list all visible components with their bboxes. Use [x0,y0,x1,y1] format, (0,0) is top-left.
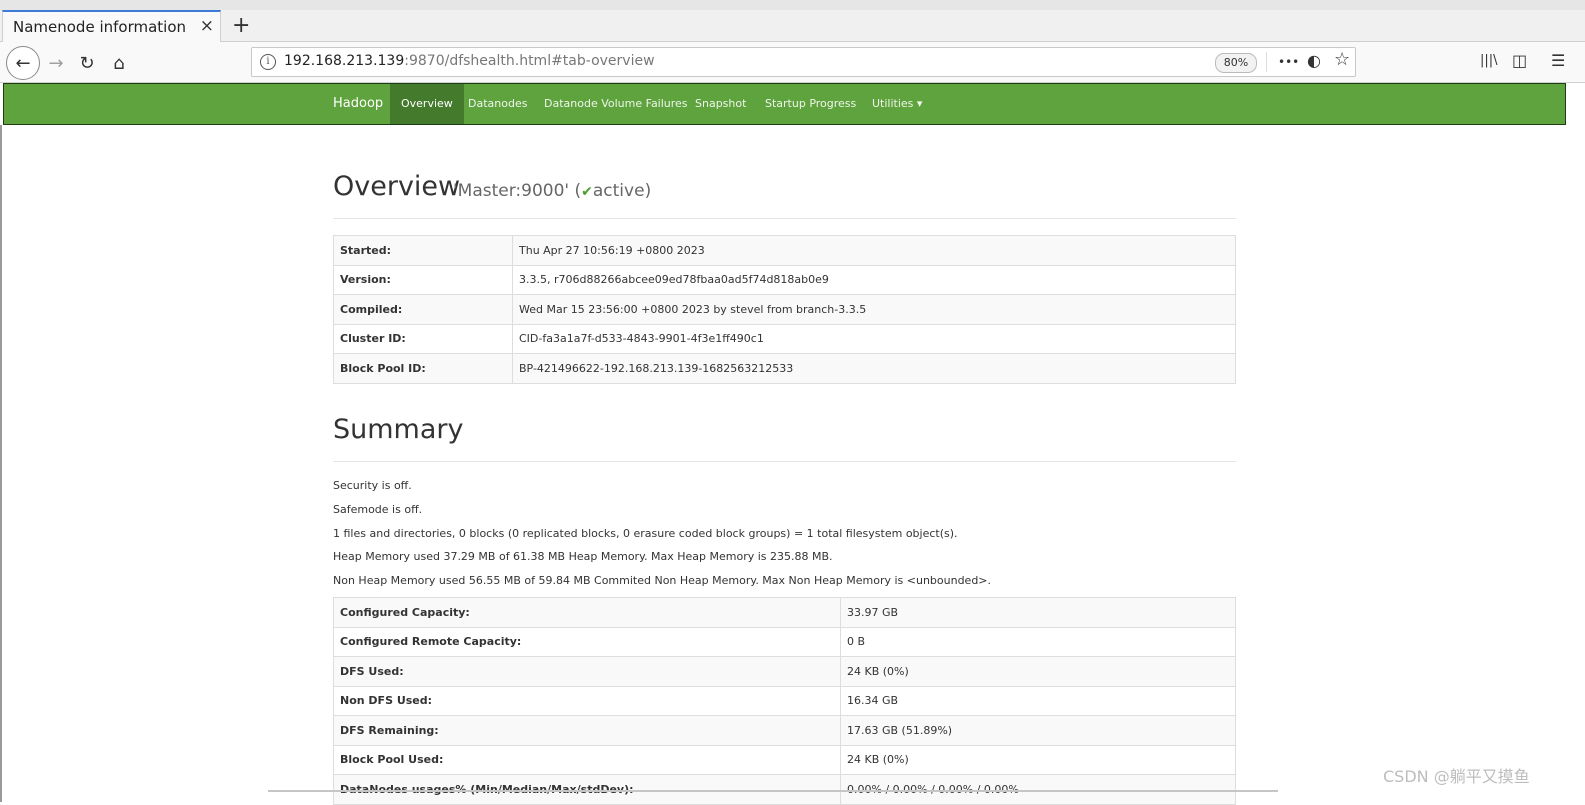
row-value: 33.97 GB [840,597,1236,628]
divider [333,461,1236,462]
files-summary: 1 files and directories, 0 blocks (0 rep… [333,527,958,540]
table-row: Compiled: Wed Mar 15 23:56:00 +0800 2023… [333,294,1236,325]
non-heap-memory: Non Heap Memory used 56.55 MB of 59.84 M… [333,574,992,587]
library-icon[interactable]: |||\ [1480,53,1498,68]
row-key: Started: [333,235,513,266]
table-row: Version: 3.3.5, r706d88266abcee09ed78fba… [333,264,1236,295]
row-value: 17.63 GB (51.89%) [840,715,1236,746]
browser-tab[interactable]: Namenode information × [2,10,221,42]
table-row: Cluster ID: CID-fa3a1a7f-d533-4843-9901-… [333,323,1236,354]
row-key: Configured Remote Capacity: [333,626,841,657]
subtitle-close-paren: ) [644,181,652,201]
row-value: 3.3.5, r706d88266abcee09ed78fbaa0ad5f74d… [512,264,1236,295]
row-key: DFS Used: [333,656,841,687]
row-key: Compiled: [333,294,513,325]
table-row: Block Pool Used: 24 KB (0%) [333,744,1236,775]
overview-subtitle: 'Master:9000' (✔active) [453,181,651,201]
url-divider [1266,52,1267,72]
check-icon: ✔ [581,184,593,200]
nav-tab-overview[interactable]: Overview [390,84,464,124]
row-value: 24 KB (0%) [840,744,1236,775]
safemode-status: Safemode is off. [333,503,423,516]
nav-tab-datanodes[interactable]: Datanodes [457,84,538,124]
url-text[interactable]: 192.168.213.139:9870/dfshealth.html#tab-… [284,53,655,69]
back-arrow-icon[interactable]: ← [6,46,40,80]
watermark: CSDN @躺平又摸鱼 [1383,767,1530,786]
namenode-address: 'Master:9000' ( [453,181,582,201]
row-value: Thu Apr 27 10:56:19 +0800 2023 [512,235,1236,266]
row-key: Block Pool ID: [333,353,513,384]
row-value: BP-421496622-192.168.213.139-16825632125… [512,353,1236,384]
hadoop-brand[interactable]: Hadoop [333,96,383,111]
pocket-icon[interactable]: ◐ [1307,51,1321,70]
table-row: Non DFS Used: 16.34 GB [333,685,1236,716]
security-status: Security is off. [333,479,412,492]
home-icon[interactable]: ⌂ [104,48,134,78]
sidebar-icon[interactable]: ◫ [1512,51,1527,70]
tab-title: Namenode information [13,18,187,36]
hamburger-menu-icon[interactable]: ☰ [1551,51,1565,70]
overview-table: Started: Thu Apr 27 10:56:19 +0800 2023 … [333,235,1236,384]
row-key: Version: [333,264,513,295]
new-tab-icon[interactable]: + [232,13,250,38]
overview-heading: Overview [333,171,461,202]
zoom-level-badge[interactable]: 80% [1215,53,1257,73]
close-tab-icon[interactable]: × [200,16,214,36]
nav-tab-snapshot[interactable]: Snapshot [684,84,757,124]
summary-table: Configured Capacity: 33.97 GB Configured… [333,597,1236,805]
window-edge [0,125,2,802]
url-host: 192.168.213.139 [284,53,405,69]
row-key: Cluster ID: [333,323,513,354]
row-value: 24 KB (0%) [840,656,1236,687]
table-row: Configured Remote Capacity: 0 B [333,626,1236,657]
row-value: 0 B [840,626,1236,657]
more-actions-icon[interactable]: ••• [1278,55,1299,69]
hadoop-navbar: Hadoop Overview Datanodes Datanode Volum… [3,83,1566,125]
row-value: 16.34 GB [840,685,1236,716]
divider [333,218,1236,219]
table-row: Block Pool ID: BP-421496622-192.168.213.… [333,353,1236,384]
reload-icon[interactable]: ↻ [72,48,102,78]
table-row: DFS Used: 24 KB (0%) [333,656,1236,687]
table-row: DFS Remaining: 17.63 GB (51.89%) [333,715,1236,746]
bookmark-star-icon[interactable]: ☆ [1334,49,1350,70]
forward-arrow-icon[interactable]: → [41,48,71,78]
heap-memory: Heap Memory used 37.29 MB of 61.38 MB He… [333,550,833,563]
info-icon[interactable]: i [260,54,276,70]
horizontal-scrollbar[interactable] [268,790,1278,792]
url-bar[interactable]: i 192.168.213.139:9870/dfshealth.html#ta… [251,47,1356,77]
row-key: Block Pool Used: [333,744,841,775]
row-key: DFS Remaining: [333,715,841,746]
browser-toolbar: ← → ↻ ⌂ i 192.168.213.139:9870/dfshealth… [0,42,1585,83]
row-key: Configured Capacity: [333,597,841,628]
summary-heading: Summary [333,414,464,445]
row-value: Wed Mar 15 23:56:00 +0800 2023 by stevel… [512,294,1236,325]
namenode-state: active [592,181,645,201]
nav-tab-utilities[interactable]: Utilities ▾ [861,84,933,124]
nav-tab-startup-progress[interactable]: Startup Progress [754,84,867,124]
tab-strip: Namenode information × + [0,0,1585,42]
row-key: Non DFS Used: [333,685,841,716]
table-row: Configured Capacity: 33.97 GB [333,597,1236,628]
row-value: CID-fa3a1a7f-d533-4843-9901-4f3e1ff490c1 [512,323,1236,354]
table-row: Started: Thu Apr 27 10:56:19 +0800 2023 [333,235,1236,266]
nav-tab-volume-failures[interactable]: Datanode Volume Failures [533,84,699,124]
url-path: :9870/dfshealth.html#tab-overview [404,53,655,69]
